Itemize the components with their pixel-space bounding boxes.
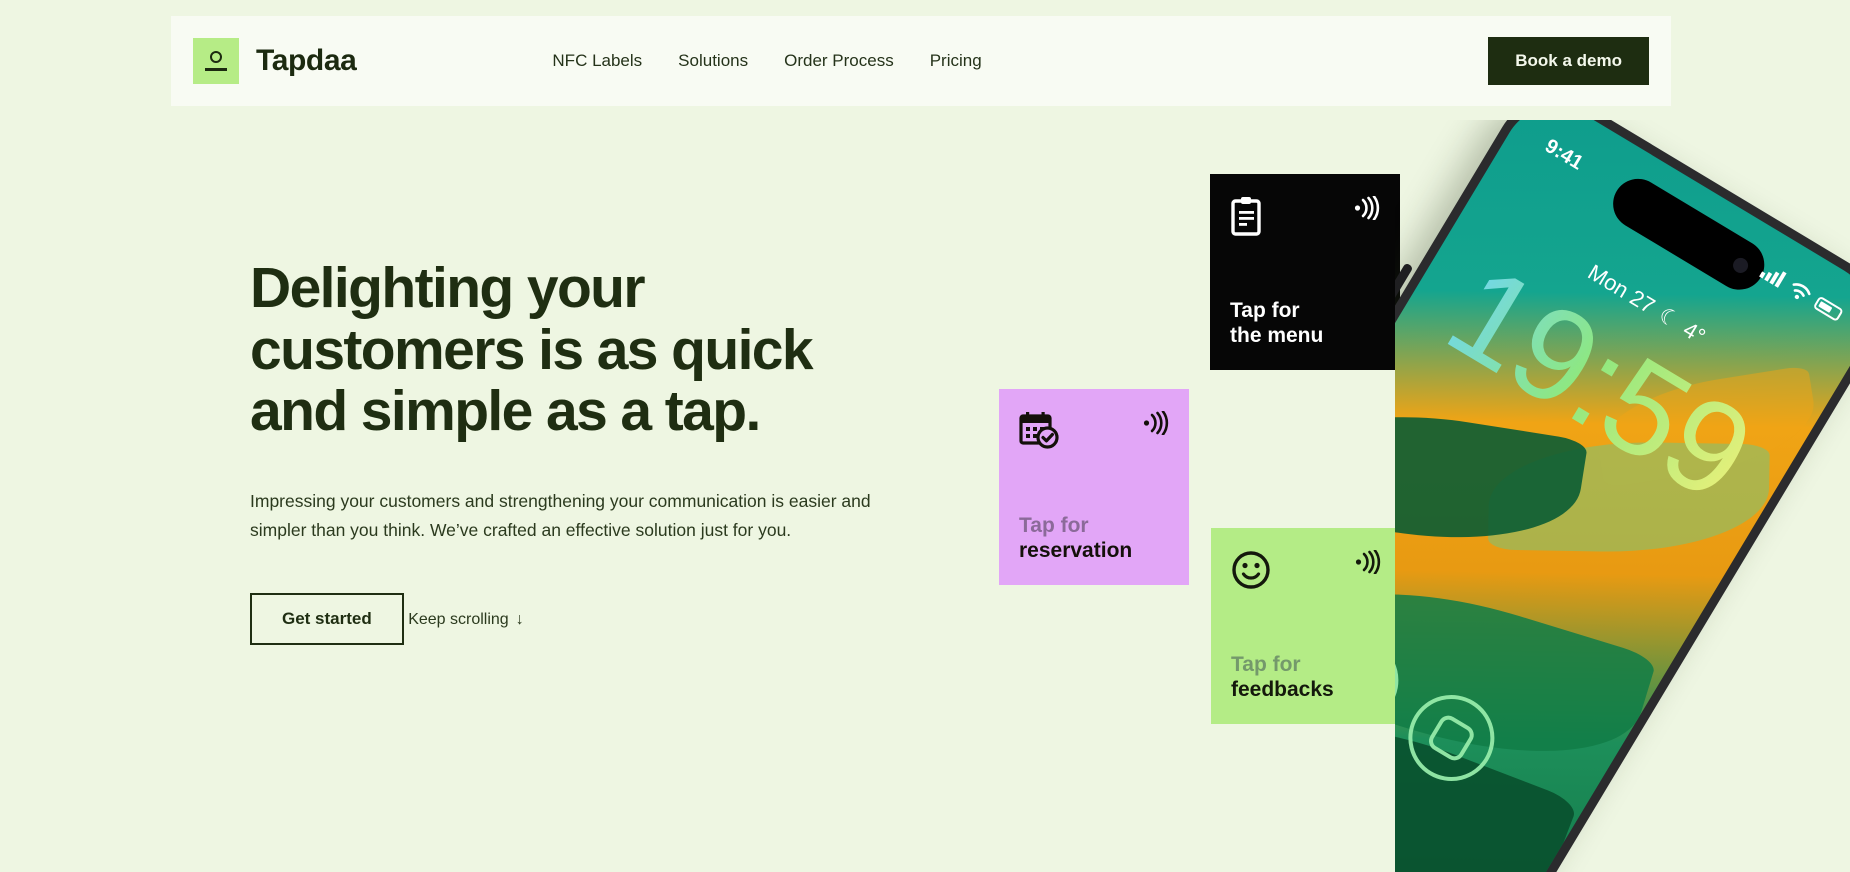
smiley-face-icon: [1232, 551, 1270, 589]
calendar-check-icon: [1019, 412, 1059, 449]
brand-logo[interactable]: Tapdaa: [193, 38, 357, 84]
nav-item-solutions[interactable]: Solutions: [678, 51, 748, 71]
card-line-2: the menu: [1230, 323, 1324, 347]
hero-subcopy: Impressing your customers and strengthen…: [250, 490, 871, 541]
tap-card-menu[interactable]: Tap for the menu: [1210, 174, 1400, 370]
card-label: Tap for feedbacks: [1231, 652, 1381, 702]
tap-card-feedback[interactable]: Tap for feedbacks: [1211, 528, 1401, 724]
status-bar-icons: [1759, 262, 1845, 323]
keep-scrolling-link[interactable]: Keep scrolling ↓: [408, 611, 524, 629]
card-line-1: Tap for: [1019, 513, 1089, 537]
arrow-down-icon: ↓: [515, 611, 524, 629]
card-header: [1019, 411, 1169, 449]
get-started-button[interactable]: Get started: [250, 593, 404, 646]
logo-bar-shape: [205, 67, 227, 72]
hero-content: Delighting your customers is as quick an…: [250, 256, 910, 646]
nav-item-order-process[interactable]: Order Process: [784, 51, 894, 71]
wifi-icon: [1792, 283, 1811, 300]
card-line-2: reservation: [1019, 538, 1133, 562]
clipboard-menu-icon: [1231, 197, 1261, 236]
nfc-wave-icon: [1355, 550, 1381, 574]
card-label: Tap for the menu: [1230, 298, 1380, 348]
logo-ring-shape: [210, 50, 222, 63]
phone-mockup: 9:41 Mon 27 ☾ 4° 19:59: [1395, 120, 1850, 872]
nav-item-nfc-labels[interactable]: NFC Labels: [552, 51, 642, 71]
card-header: [1230, 196, 1380, 236]
nav-item-pricing[interactable]: Pricing: [930, 51, 982, 71]
nfc-wave-icon: [1143, 411, 1169, 435]
widget-inner-shape: [1425, 711, 1478, 765]
card-line-1: Tap for: [1231, 652, 1301, 676]
card-line-2: feedbacks: [1231, 677, 1334, 701]
card-line-1: Tap for: [1230, 298, 1300, 322]
keep-scrolling-label: Keep scrolling: [408, 611, 509, 629]
card-header: [1231, 550, 1381, 590]
brand-name: Tapdaa: [256, 44, 357, 77]
main-navigation: NFC Labels Solutions Order Process Prici…: [552, 51, 981, 71]
status-bar-time: 9:41: [1541, 134, 1587, 175]
nfc-wave-icon: [1354, 196, 1380, 220]
book-a-demo-button[interactable]: Book a demo: [1488, 37, 1649, 85]
battery-icon: [1812, 295, 1845, 322]
phone-screen: 9:41 Mon 27 ☾ 4° 19:59: [1395, 120, 1850, 872]
tap-card-reservation[interactable]: Tap for reservation: [999, 389, 1189, 585]
tap-logo-icon: [193, 38, 239, 84]
card-label: Tap for reservation: [1019, 513, 1169, 563]
site-header: Tapdaa NFC Labels Solutions Order Proces…: [171, 16, 1671, 106]
page-title: Delighting your customers is as quick an…: [250, 256, 814, 444]
phone-body: 9:41 Mon 27 ☾ 4° 19:59: [1395, 120, 1850, 872]
